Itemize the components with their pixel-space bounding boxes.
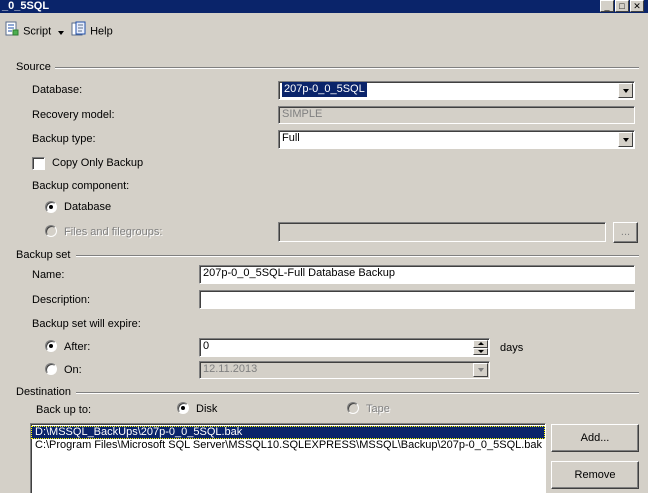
- copy-only-label: Copy Only Backup: [52, 157, 144, 169]
- disk-radio[interactable]: [177, 402, 189, 414]
- chevron-down-icon[interactable]: [618, 132, 633, 147]
- files-filegroups-field: [278, 222, 606, 242]
- script-icon: [4, 21, 20, 42]
- help-label: Help: [90, 25, 113, 38]
- chevron-down-icon[interactable]: [473, 363, 488, 377]
- backup-component-label: Backup component:: [32, 180, 130, 192]
- name-input[interactable]: 207p-0_0_5SQL-Full Database Backup: [199, 265, 635, 284]
- database-label: Database:: [32, 84, 83, 96]
- browse-files-button[interactable]: ...: [613, 222, 638, 243]
- expire-days-stepper[interactable]: 0: [199, 338, 490, 357]
- tape-radio[interactable]: [347, 402, 359, 414]
- destination-list[interactable]: D:\MSSQL_BackUps\207p-0_0_5SQL.bak C:\Pr…: [30, 423, 546, 493]
- script-button[interactable]: Script: [4, 21, 65, 40]
- maximize-button[interactable]: □: [615, 0, 629, 12]
- expire-date-picker[interactable]: 12.11.2013: [199, 361, 490, 379]
- script-label: Script: [23, 25, 52, 38]
- expire-days-value: 0: [203, 340, 210, 352]
- component-database-radio[interactable]: [45, 201, 57, 213]
- chevron-down-icon[interactable]: [618, 83, 633, 98]
- spin-up-icon[interactable]: [473, 340, 488, 348]
- backup-type-value: Full: [282, 132, 300, 144]
- backup-set-section-title: Backup set: [16, 249, 71, 261]
- component-files-label: Files and filegroups:: [64, 226, 163, 238]
- chevron-down-icon: [58, 24, 65, 40]
- description-label: Description:: [32, 294, 91, 306]
- expire-date-value: 12.11.2013: [203, 363, 258, 375]
- component-files-radio[interactable]: [45, 225, 57, 237]
- spinner[interactable]: [473, 340, 488, 355]
- expire-after-radio[interactable]: [45, 340, 57, 352]
- minimize-button[interactable]: _: [600, 0, 614, 12]
- copy-only-checkbox[interactable]: [32, 157, 45, 170]
- backup-type-label: Backup type:: [32, 133, 96, 145]
- source-divider: [55, 67, 639, 69]
- remove-destination-button[interactable]: Remove: [551, 461, 639, 489]
- destination-divider: [76, 392, 639, 394]
- expire-label: Backup set will expire:: [32, 318, 141, 330]
- source-section-title: Source: [16, 61, 51, 73]
- add-destination-button[interactable]: Add...: [551, 424, 639, 452]
- expire-on-radio[interactable]: [45, 363, 57, 375]
- help-icon: [71, 21, 87, 42]
- spin-down-icon[interactable]: [473, 347, 488, 355]
- recovery-model-field: SIMPLE: [278, 106, 635, 124]
- close-button[interactable]: ✕: [630, 0, 644, 12]
- destination-section-title: Destination: [16, 386, 72, 398]
- database-value: 207p-0_0_5SQL: [282, 82, 367, 97]
- description-input[interactable]: [199, 290, 635, 309]
- destination-list-item[interactable]: C:\Program Files\Microsoft SQL Server\MS…: [31, 439, 545, 452]
- expire-after-label: After:: [64, 341, 91, 353]
- name-label: Name:: [32, 269, 65, 281]
- destination-list-item[interactable]: D:\MSSQL_BackUps\207p-0_0_5SQL.bak: [31, 426, 545, 439]
- recovery-model-label: Recovery model:: [32, 109, 115, 121]
- window-title: _0_5SQL: [2, 0, 50, 12]
- help-button[interactable]: Help: [71, 21, 113, 37]
- expire-on-label: On:: [64, 364, 82, 376]
- backup-to-label: Back up to:: [36, 404, 92, 416]
- component-database-label: Database: [64, 201, 112, 213]
- backup-set-divider: [76, 255, 639, 257]
- days-label: days: [500, 342, 524, 354]
- tape-label: Tape: [366, 403, 390, 415]
- window-title-bar: _0_5SQL: [0, 0, 648, 13]
- disk-label: Disk: [196, 403, 218, 415]
- backup-type-dropdown[interactable]: Full: [278, 130, 635, 149]
- database-dropdown[interactable]: 207p-0_0_5SQL: [278, 81, 635, 100]
